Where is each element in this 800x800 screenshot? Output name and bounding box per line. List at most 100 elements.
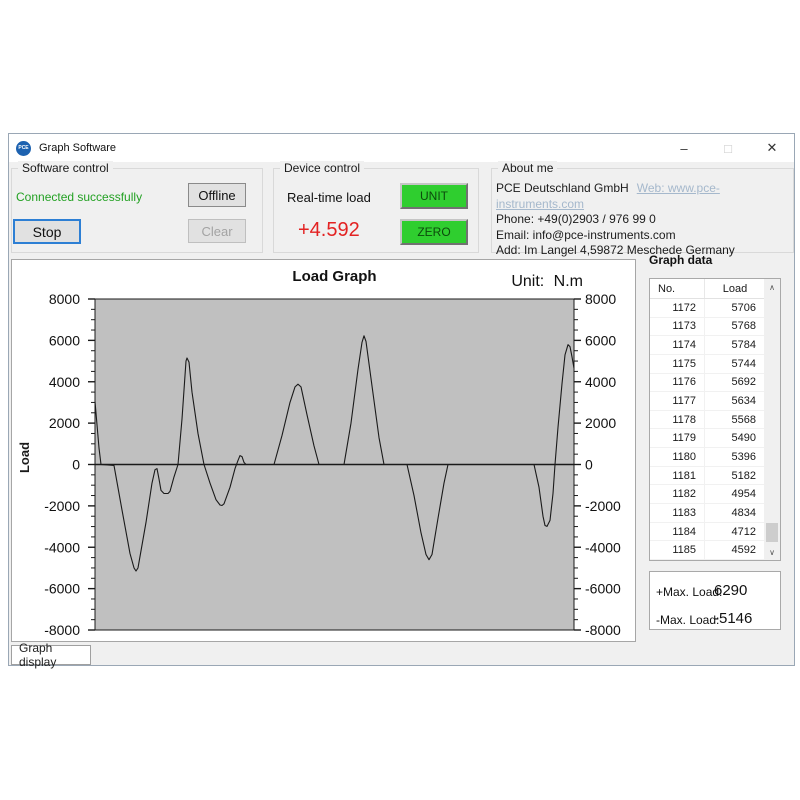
cell-no: 1176 <box>650 374 705 392</box>
y-tick-label-right: -8000 <box>585 622 621 638</box>
table-scrollbar[interactable]: ∧ ∨ <box>764 279 780 560</box>
maximize-button[interactable]: □ <box>706 134 750 162</box>
neg-max-label: -Max. Load: <box>656 613 719 627</box>
column-header-no[interactable]: No. <box>650 279 705 298</box>
y-tick-label-left: 0 <box>72 457 80 473</box>
max-load-panel: +Max. Load: 6290 -Max. Load: -5146 <box>649 571 781 630</box>
table-row[interactable]: 11815182 <box>650 467 765 486</box>
y-tick-label-right: -2000 <box>585 498 621 514</box>
cell-load: 5692 <box>705 374 765 392</box>
table-row[interactable]: 11795490 <box>650 429 765 448</box>
app-window: PCE Graph Software – □ ✕ Software contro… <box>8 133 795 666</box>
realtime-load-label: Real-time load <box>287 190 397 205</box>
app-logo-icon: PCE <box>16 141 31 156</box>
cell-load: 4712 <box>705 523 765 541</box>
cell-no: 1185 <box>650 541 705 559</box>
minimize-icon: – <box>680 141 687 156</box>
unit-button[interactable]: UNIT <box>400 183 468 209</box>
cell-no: 1175 <box>650 355 705 373</box>
y-tick-label-left: -6000 <box>44 581 80 597</box>
cell-no: 1172 <box>650 299 705 317</box>
table-row[interactable]: 11745784 <box>650 336 765 355</box>
cell-no: 1184 <box>650 523 705 541</box>
cell-load: 5768 <box>705 318 765 336</box>
table-row[interactable]: 11765692 <box>650 374 765 393</box>
company-name: PCE Deutschland GmbH <box>496 181 629 195</box>
cell-no: 1179 <box>650 429 705 447</box>
cell-no: 1183 <box>650 504 705 522</box>
about-label: About me <box>498 161 557 175</box>
title-bar[interactable]: PCE Graph Software – □ ✕ <box>9 134 794 162</box>
cell-load: 4954 <box>705 485 765 503</box>
cell-load: 5706 <box>705 299 765 317</box>
table-row[interactable]: 11824954 <box>650 485 765 504</box>
neg-max-value: -5146 <box>714 610 752 627</box>
cell-load: 5182 <box>705 467 765 485</box>
y-tick-label-left: 8000 <box>49 291 80 307</box>
about-group: About me PCE Deutschland GmbHWeb: www.pc… <box>491 168 794 253</box>
y-tick-label-right: 8000 <box>585 291 616 307</box>
table-row[interactable]: 11805396 <box>650 448 765 467</box>
cell-load: 5396 <box>705 448 765 466</box>
offline-button[interactable]: Offline <box>188 183 246 207</box>
cell-load: 5784 <box>705 336 765 354</box>
y-tick-label-right: -6000 <box>585 581 621 597</box>
cell-no: 1173 <box>650 318 705 336</box>
stop-button[interactable]: Stop <box>13 219 81 244</box>
table-row[interactable]: 11785568 <box>650 411 765 430</box>
connection-status: Connected successfully <box>16 190 142 204</box>
tab-graph-display[interactable]: Graph display <box>11 645 91 665</box>
cell-load: 5490 <box>705 429 765 447</box>
minimize-button[interactable]: – <box>662 134 706 162</box>
y-tick-label-left: -2000 <box>44 498 80 514</box>
device-control-label: Device control <box>280 161 364 175</box>
cell-no: 1174 <box>650 336 705 354</box>
scroll-down-icon[interactable]: ∨ <box>764 544 780 560</box>
about-email: Email: info@pce-instruments.com <box>496 228 789 244</box>
y-tick-label-right: 6000 <box>585 332 616 348</box>
cell-no: 1177 <box>650 392 705 410</box>
y-tick-label-left: 2000 <box>49 415 80 431</box>
window-controls: – □ ✕ <box>662 134 794 162</box>
about-company-line: PCE Deutschland GmbHWeb: www.pce-instrum… <box>496 181 789 212</box>
close-button[interactable]: ✕ <box>750 134 794 162</box>
cell-load: 4834 <box>705 504 765 522</box>
table-row[interactable]: 11725706 <box>650 299 765 318</box>
y-tick-label-left: -4000 <box>44 539 80 555</box>
zero-button[interactable]: ZERO <box>400 219 468 245</box>
close-icon: ✕ <box>767 140 778 156</box>
software-control-label: Software control <box>18 161 113 175</box>
table-body: 1172570611735768117457841175574411765692… <box>650 299 765 560</box>
clear-button[interactable]: Clear <box>188 219 246 243</box>
realtime-load-value: +4.592 <box>298 219 360 242</box>
y-tick-label-right: 0 <box>585 457 593 473</box>
about-address: Add: Im Langel 4,59872 Meschede Germany <box>496 243 789 259</box>
y-tick-label-left: 4000 <box>49 374 80 390</box>
cell-no: 1182 <box>650 485 705 503</box>
cell-no: 1180 <box>650 448 705 466</box>
graph-data-label: Graph data <box>649 253 712 267</box>
table-row[interactable]: 11755744 <box>650 355 765 374</box>
maximize-icon: □ <box>724 141 732 156</box>
column-header-load[interactable]: Load <box>705 279 765 298</box>
y-tick-label-left: 6000 <box>49 332 80 348</box>
table-row[interactable]: 11834834 <box>650 504 765 523</box>
table-header: No. Load <box>650 279 765 299</box>
cell-no: 1181 <box>650 467 705 485</box>
table-row[interactable]: 11844712 <box>650 523 765 542</box>
cell-load: 5568 <box>705 411 765 429</box>
load-chart: 8000 8000 6000 6000 4000 4000 2000 2000 0 0 -2000 -… <box>12 260 635 641</box>
device-control-group: Device control Real-time load +4.592 UNI… <box>273 168 479 253</box>
cell-load: 5744 <box>705 355 765 373</box>
y-tick-label-right: 4000 <box>585 374 616 390</box>
table-row[interactable]: 11775634 <box>650 392 765 411</box>
table-row[interactable]: 11854592 <box>650 541 765 560</box>
y-tick-label-right: 2000 <box>585 415 616 431</box>
about-phone: Phone: +49(0)2903 / 976 99 0 <box>496 212 789 228</box>
cell-load: 5634 <box>705 392 765 410</box>
scrollbar-thumb[interactable] <box>766 523 778 542</box>
y-tick-label-right: -4000 <box>585 539 621 555</box>
scroll-up-icon[interactable]: ∧ <box>764 279 780 295</box>
pos-max-value: 6290 <box>714 582 747 599</box>
table-row[interactable]: 11735768 <box>650 318 765 337</box>
